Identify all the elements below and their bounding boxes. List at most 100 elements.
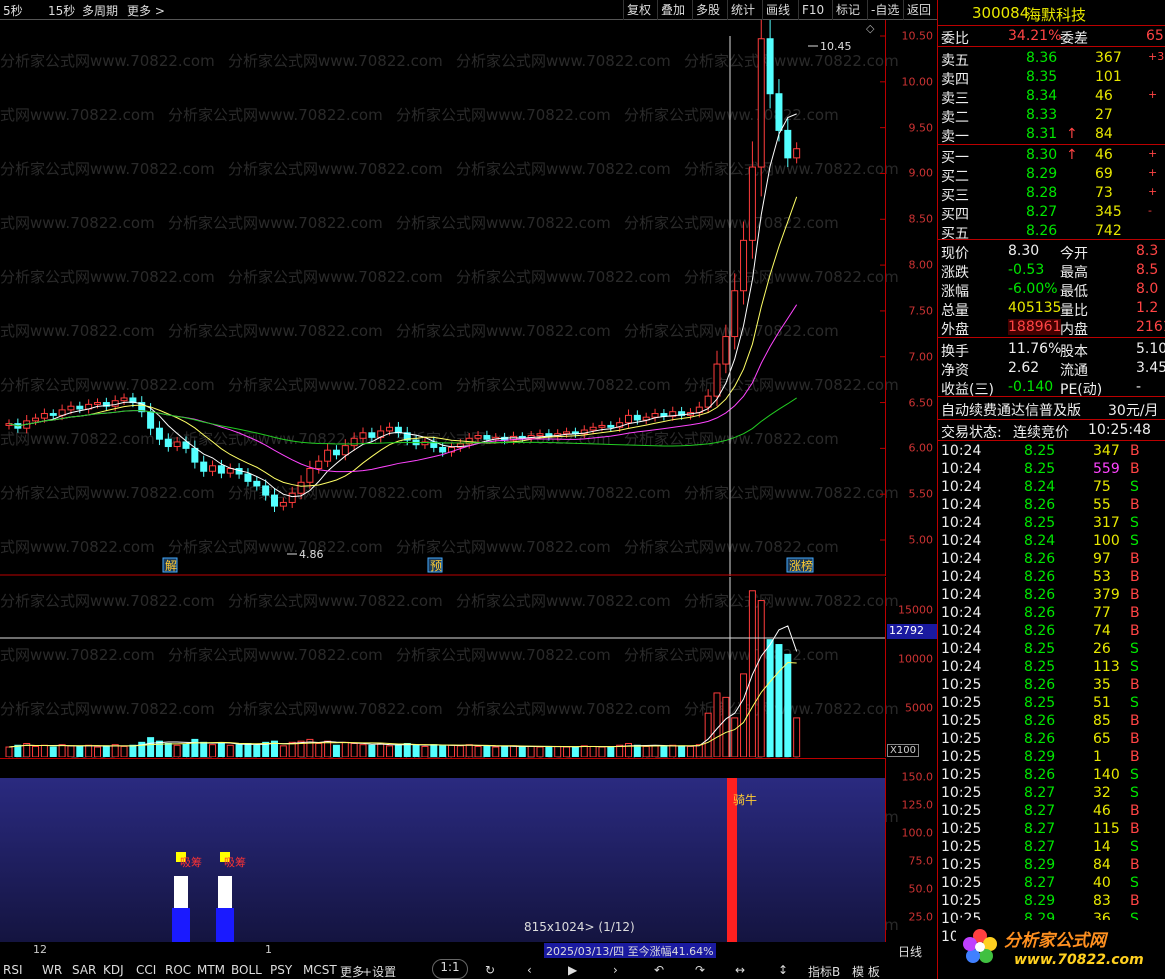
period-15s[interactable]: 15秒 xyxy=(48,2,75,19)
tick-row: 10:24 8.26 55 B xyxy=(938,496,1165,514)
order-label: 卖四 xyxy=(941,72,969,88)
volume-bar xyxy=(757,600,765,757)
diamond-icon[interactable]: ◇ xyxy=(866,22,874,35)
order-label: 卖一 xyxy=(941,129,969,145)
ad-row[interactable]: 自动续费通达信普及版 30元/月 xyxy=(938,399,1165,419)
period-5s[interactable]: 5秒 xyxy=(3,2,23,19)
buys-row-1[interactable]: 买一 8.30 ↑ 46 + xyxy=(938,146,1165,166)
axis-label-1: 1 xyxy=(265,943,272,956)
tick-price: 8.26 xyxy=(1024,605,1056,621)
multi-period-button[interactable]: 多周期 xyxy=(82,2,118,19)
more-button[interactable]: 更多 > xyxy=(127,2,165,19)
sells-row-2[interactable]: 卖四 8.35 101 xyxy=(938,68,1165,88)
indicator-chart[interactable]: 骑牛吸筹 吸筹 xyxy=(0,778,885,942)
buys-row-3[interactable]: 买三 8.28 73 + xyxy=(938,184,1165,204)
volume-bar xyxy=(439,744,447,757)
expand-vertical-icon[interactable]: ↕ xyxy=(778,963,788,977)
bottom-bar: 12 1 2025/03/13/四 至今涨幅41.64% 日线 RSI WR SAR… xyxy=(0,943,937,979)
tab-更多[interactable]: 更多 xyxy=(340,963,364,979)
tab-psy[interactable]: PSY xyxy=(270,963,292,977)
volume-bar xyxy=(740,673,748,757)
tick-row: 10:24 8.25 26 S xyxy=(938,640,1165,658)
indicator-tick: 150.0 xyxy=(901,770,934,784)
sells-row-1[interactable]: 卖五 8.36 367 +30 xyxy=(938,49,1165,69)
expand-horizontal-icon[interactable]: ↔ xyxy=(735,963,745,977)
add-watchlist-button[interactable]: -自选 xyxy=(867,0,902,20)
volume-bar xyxy=(164,743,172,757)
tick-time: 10:25 xyxy=(941,821,982,837)
undo-icon[interactable]: ↶ xyxy=(654,963,664,977)
volume-bar xyxy=(288,741,296,757)
tick-time: 10:24 xyxy=(941,569,982,585)
tick-time: 10:24 xyxy=(941,587,982,603)
indicator-tick: 75.0 xyxy=(908,854,934,868)
play-icon[interactable]: ▶ xyxy=(568,963,577,977)
tab-mtm[interactable]: MTM xyxy=(197,963,225,977)
volume-bar xyxy=(76,745,84,757)
tab-sar[interactable]: SAR xyxy=(72,963,96,977)
tick-row: 10:25 8.26 85 B xyxy=(938,712,1165,730)
indicator-b-tab[interactable]: 指标B xyxy=(808,963,840,979)
tab-wr[interactable]: WR xyxy=(42,963,62,977)
volume-bar xyxy=(386,745,394,757)
f10-button[interactable]: F10 xyxy=(798,0,827,20)
ma-line-5 xyxy=(8,113,797,498)
tab-kdj[interactable]: KDJ xyxy=(103,963,124,977)
refresh-icon[interactable]: ↻ xyxy=(485,963,495,977)
order-change: + xyxy=(1148,166,1158,179)
order-price: 8.35 xyxy=(1026,69,1058,85)
stats-button[interactable]: 统计 xyxy=(727,0,758,20)
template-tab[interactable]: 模 板 xyxy=(852,963,880,979)
volume-bar xyxy=(766,639,774,757)
tab-roc[interactable]: ROC xyxy=(165,963,191,977)
back-button[interactable]: 返回 xyxy=(903,0,934,20)
multi-stock-button[interactable]: 多股 xyxy=(692,0,723,20)
tick-price: 8.24 xyxy=(1024,479,1056,495)
tick-volume: 83 xyxy=(1093,893,1111,909)
volume-bar xyxy=(660,745,668,757)
site-logo: 分析家公式网 www.70822.com xyxy=(956,920,1165,979)
redo-icon[interactable]: ↷ xyxy=(695,963,705,977)
stock-title: 300084 海默科技 xyxy=(938,3,1165,24)
logo-url: www.70822.com xyxy=(1014,952,1144,968)
order-volume: 742 xyxy=(1095,223,1122,239)
chevron-left-icon[interactable]: ‹ xyxy=(527,963,532,977)
stat-label: 总量 xyxy=(941,303,969,319)
stat-label: 换手 xyxy=(941,344,969,360)
volume-bar xyxy=(722,696,730,757)
price-tick: 10.00 xyxy=(901,75,934,89)
buys-row-4[interactable]: 买四 8.27 345 - xyxy=(938,203,1165,223)
tick-side: B xyxy=(1130,587,1140,603)
tick-side: S xyxy=(1130,875,1139,891)
mark-button[interactable]: 标记 xyxy=(832,0,863,20)
buys-row-2[interactable]: 买二 8.29 69 + xyxy=(938,165,1165,185)
volume-bar xyxy=(536,746,544,757)
tab-boll[interactable]: BOLL xyxy=(231,963,262,977)
volume-bar xyxy=(40,744,48,757)
restore-rights-button[interactable]: 复权 xyxy=(623,0,654,20)
candlestick-chart[interactable]: 10.45 4.86 解 预 涨榜 xyxy=(0,20,885,576)
accumulate-marker-mid xyxy=(174,876,188,908)
draw-line-button[interactable]: 画线 xyxy=(762,0,793,20)
volume-bar xyxy=(182,743,190,757)
tab-cci[interactable]: CCI xyxy=(136,963,156,977)
indicator-axis: 150.0 125.0 100.0 75.0 50.0 25.0 xyxy=(885,758,937,942)
tab-rsi[interactable]: RSI xyxy=(3,963,23,977)
sells-row-3[interactable]: 卖三 8.34 46 + xyxy=(938,87,1165,107)
day-line-label[interactable]: 日线 xyxy=(898,943,922,960)
settings-button[interactable]: +设置 xyxy=(362,963,396,979)
price-tick: 9.50 xyxy=(908,121,934,135)
tick-row: 10:24 8.25 347 B xyxy=(938,442,1165,460)
candle-body xyxy=(173,441,181,448)
volume-chart[interactable] xyxy=(0,577,885,757)
volume-bar xyxy=(32,745,40,757)
sells-row-4[interactable]: 卖二 8.33 27 xyxy=(938,106,1165,126)
candle-body xyxy=(49,413,57,416)
sells-row-5[interactable]: 卖一 8.31 ↑ 84 xyxy=(938,125,1165,145)
price-axis: 10.50 10.00 9.50 9.00 8.50 8.00 7.50 7.00 6.50 6.… xyxy=(885,20,937,576)
tab-mcst[interactable]: MCST xyxy=(303,963,337,977)
overlay-button[interactable]: 叠加 xyxy=(657,0,688,20)
order-price: 8.27 xyxy=(1026,204,1058,220)
chevron-right-icon[interactable]: › xyxy=(613,963,618,977)
ratio-button[interactable]: 1:1 xyxy=(432,959,468,979)
